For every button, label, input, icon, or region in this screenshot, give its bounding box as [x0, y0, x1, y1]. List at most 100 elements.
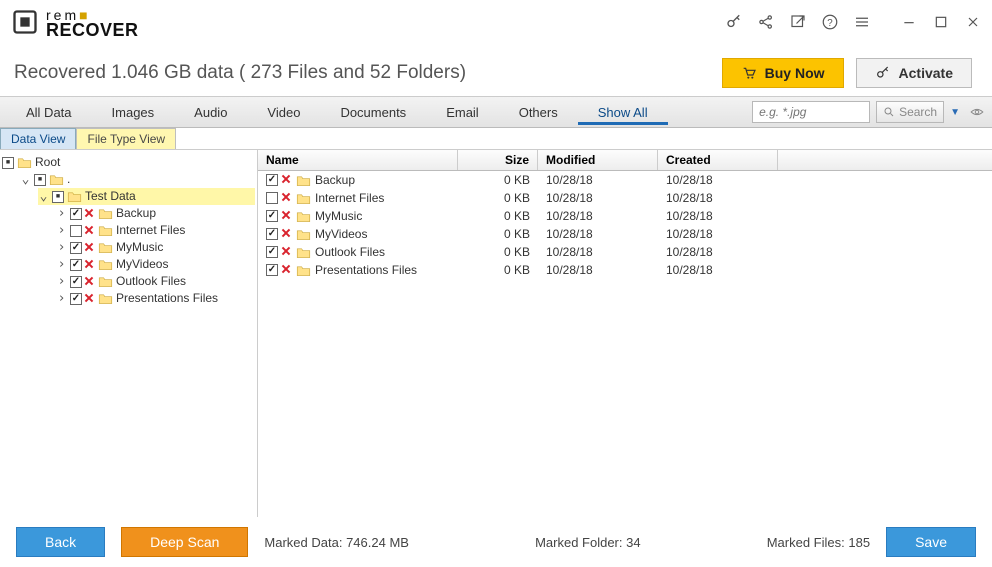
table-row[interactable]: MyMusic0 KB10/28/1810/28/18: [258, 207, 992, 225]
checkbox[interactable]: [34, 174, 46, 186]
table-row[interactable]: Presentations Files0 KB10/28/1810/28/18: [258, 261, 992, 279]
activate-button[interactable]: Activate: [856, 58, 972, 88]
search-dropdown-icon[interactable]: ▼: [950, 107, 960, 118]
deleted-icon: [85, 295, 93, 303]
filter-images[interactable]: Images: [92, 99, 175, 126]
checkbox[interactable]: [70, 225, 82, 237]
marked-data-value: 746.24 MB: [346, 535, 409, 550]
table-row[interactable]: Backup0 KB10/28/1810/28/18: [258, 171, 992, 189]
logo-icon: [10, 7, 40, 37]
col-name[interactable]: Name: [258, 150, 458, 170]
key-icon[interactable]: [725, 13, 743, 31]
checkbox[interactable]: [266, 228, 278, 240]
tab-file-type-view[interactable]: File Type View: [76, 128, 176, 149]
deleted-icon: [282, 248, 290, 256]
row-size: 0 KB: [458, 225, 538, 243]
row-name: Backup: [315, 171, 355, 189]
preview-toggle-icon[interactable]: [968, 105, 986, 119]
filter-documents[interactable]: Documents: [320, 99, 426, 126]
marked-folder: Marked Folder: 34: [535, 535, 641, 550]
caret-icon[interactable]: ›: [56, 205, 67, 222]
row-name: MyMusic: [315, 207, 362, 225]
tree-item[interactable]: ›Presentations Files: [56, 290, 255, 307]
folder-icon: [17, 156, 32, 169]
marked-files: Marked Files: 185: [767, 535, 870, 550]
col-modified[interactable]: Modified: [538, 150, 658, 170]
marked-data-label: Marked Data:: [264, 535, 342, 550]
minimize-icon[interactable]: [900, 13, 918, 31]
table-row[interactable]: Internet Files0 KB10/28/1810/28/18: [258, 189, 992, 207]
caret-icon[interactable]: ›: [56, 273, 67, 290]
col-size[interactable]: Size: [458, 150, 538, 170]
tree-panel: Root ⌄ .: [0, 150, 258, 517]
tree-item[interactable]: ›MyVideos: [56, 256, 255, 273]
caret-icon[interactable]: ›: [56, 290, 67, 307]
list-panel: Name Size Modified Created Backup0 KB10/…: [258, 150, 992, 517]
tree-item[interactable]: ›MyMusic: [56, 239, 255, 256]
checkbox[interactable]: [266, 264, 278, 276]
filter-show-all[interactable]: Show All: [578, 99, 668, 125]
caret-icon[interactable]: ›: [56, 256, 67, 273]
folder-icon: [49, 173, 64, 186]
folder-icon: [296, 246, 311, 259]
row-size: 0 KB: [458, 189, 538, 207]
search-label: Search: [899, 105, 937, 119]
checkbox[interactable]: [52, 191, 64, 203]
checkbox[interactable]: [2, 157, 14, 169]
caret-icon[interactable]: ⌄: [20, 171, 31, 188]
search-button[interactable]: Search: [876, 101, 944, 123]
filter-others[interactable]: Others: [499, 99, 578, 126]
table-row[interactable]: Outlook Files0 KB10/28/1810/28/18: [258, 243, 992, 261]
checkbox[interactable]: [266, 246, 278, 258]
checkbox[interactable]: [70, 276, 82, 288]
tab-data-view[interactable]: Data View: [0, 128, 76, 149]
filter-audio[interactable]: Audio: [174, 99, 247, 126]
deleted-icon: [85, 227, 93, 235]
checkbox[interactable]: [266, 192, 278, 204]
menu-icon[interactable]: [853, 13, 871, 31]
tree-item[interactable]: ›Outlook Files: [56, 273, 255, 290]
checkbox[interactable]: [266, 174, 278, 186]
deleted-icon: [282, 194, 290, 202]
folder-icon: [296, 228, 311, 241]
row-modified: 10/28/18: [538, 243, 658, 261]
deep-scan-button[interactable]: Deep Scan: [121, 527, 248, 557]
caret-icon[interactable]: ⌄: [38, 188, 49, 205]
tree-test-data[interactable]: ⌄ Test Data: [38, 188, 255, 205]
checkbox[interactable]: [70, 293, 82, 305]
back-button[interactable]: Back: [16, 527, 105, 557]
checkbox[interactable]: [70, 242, 82, 254]
tree-item[interactable]: ›Backup: [56, 205, 255, 222]
row-modified: 10/28/18: [538, 261, 658, 279]
search-input-container[interactable]: [752, 101, 870, 123]
caret-icon[interactable]: ›: [56, 239, 67, 256]
maximize-icon[interactable]: [932, 13, 950, 31]
export-icon[interactable]: [789, 13, 807, 31]
buy-now-button[interactable]: Buy Now: [722, 58, 844, 88]
filter-video[interactable]: Video: [247, 99, 320, 126]
deleted-icon: [282, 176, 290, 184]
checkbox[interactable]: [70, 259, 82, 271]
close-icon[interactable]: [964, 13, 982, 31]
deleted-icon: [282, 212, 290, 220]
save-button[interactable]: Save: [886, 527, 976, 557]
filter-email[interactable]: Email: [426, 99, 499, 126]
tree-dot[interactable]: ⌄ .: [20, 171, 255, 188]
folder-icon: [98, 207, 113, 220]
row-modified: 10/28/18: [538, 189, 658, 207]
marked-files-value: 185: [848, 535, 870, 550]
checkbox[interactable]: [70, 208, 82, 220]
row-size: 0 KB: [458, 243, 538, 261]
help-icon[interactable]: ?: [821, 13, 839, 31]
col-created[interactable]: Created: [658, 150, 778, 170]
tree-item[interactable]: ›Internet Files: [56, 222, 255, 239]
row-created: 10/28/18: [658, 189, 778, 207]
tree-root[interactable]: Root: [2, 154, 255, 171]
share-icon[interactable]: [757, 13, 775, 31]
folder-icon: [67, 190, 82, 203]
caret-icon[interactable]: ›: [56, 222, 67, 239]
checkbox[interactable]: [266, 210, 278, 222]
table-row[interactable]: MyVideos0 KB10/28/1810/28/18: [258, 225, 992, 243]
search-input[interactable]: [759, 105, 863, 119]
filter-all-data[interactable]: All Data: [6, 99, 92, 126]
